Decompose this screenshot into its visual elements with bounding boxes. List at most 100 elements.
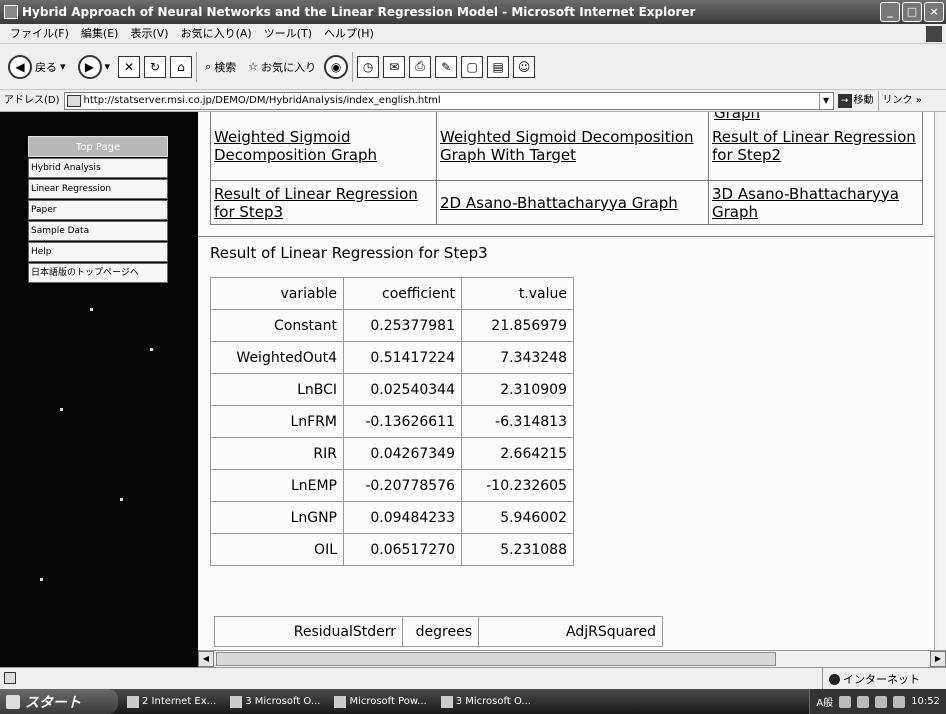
go-button[interactable]: → 移動 xyxy=(834,91,878,111)
sidebar-item-sample-data[interactable]: Sample Data xyxy=(28,221,168,241)
favorites-label: お気に入り xyxy=(261,60,317,74)
ime-indicator[interactable]: A般 xyxy=(816,694,833,709)
powerpoint-icon xyxy=(334,695,347,708)
nav-link[interactable]: Weighted Sigmoid Decomposition Graph xyxy=(214,128,377,164)
table-cell: LnGNP xyxy=(210,501,344,534)
taskbar-item-ie[interactable]: 2 Internet Ex... xyxy=(122,692,221,712)
sidebar-item-hybrid-analysis[interactable]: Hybrid Analysis xyxy=(28,158,168,178)
header-cell: AdjRSquared xyxy=(478,616,663,647)
table-cell: LnEMP xyxy=(210,469,344,502)
task-label: Microsoft Pow... xyxy=(349,696,427,707)
star-icon: ☆ xyxy=(248,60,259,73)
messenger-icon[interactable]: ☺ xyxy=(513,55,536,78)
window-controls: _ □ × xyxy=(880,2,944,22)
coefficient-table: variable coefficient t.value Constant 0.… xyxy=(210,277,574,566)
table-row: LnBCI 0.02540344 2.310909 xyxy=(210,373,574,406)
back-label: 戻る xyxy=(35,60,57,74)
table-cell: 0.51417224 xyxy=(343,341,462,374)
stop-icon[interactable]: ✕ xyxy=(118,55,141,78)
tray-icon[interactable] xyxy=(857,695,870,708)
refresh-icon[interactable]: ↻ xyxy=(144,55,167,78)
header-cell: coefficient xyxy=(343,277,462,310)
task-label: 3 Microsoft O... xyxy=(245,696,321,707)
nav-link[interactable]: 3D Asano-Bhattacharyya Graph xyxy=(712,185,899,221)
sidebar-item-linear-regression[interactable]: Linear Regression xyxy=(28,179,168,199)
edit-icon[interactable]: ✎ xyxy=(435,55,458,78)
excel-icon xyxy=(440,695,453,708)
research-icon[interactable]: ▤ xyxy=(487,55,510,78)
scroll-thumb[interactable] xyxy=(216,652,776,666)
taskbar-item-powerpoint[interactable]: Microsoft Pow... xyxy=(329,692,431,712)
header-cell: ResidualStderr xyxy=(214,616,403,647)
minimize-button[interactable]: _ xyxy=(880,2,900,22)
close-button[interactable]: × xyxy=(924,2,944,22)
links-button[interactable]: リンク » xyxy=(877,90,926,111)
section-title: Result of Linear Regression for Step3 xyxy=(210,244,488,262)
table-cell: 0.25377981 xyxy=(343,309,462,342)
nav-link[interactable]: Weighted Sigmoid Decomposition Graph Wit… xyxy=(440,128,693,164)
table-row: LnEMP -0.20778576 -10.232605 xyxy=(210,469,574,502)
header-cell: degrees xyxy=(402,616,479,647)
go-arrow-icon: → xyxy=(837,93,852,108)
media-icon[interactable]: ◉ xyxy=(324,54,349,79)
table-cell: 0.02540344 xyxy=(343,373,462,406)
tray-icon[interactable] xyxy=(839,695,852,708)
table-cell: Constant xyxy=(210,309,344,342)
menu-tools[interactable]: ツール(T) xyxy=(258,24,318,43)
vertical-scrollbar[interactable] xyxy=(934,112,938,650)
nav-link[interactable]: Result of Linear Regression for Step2 xyxy=(712,128,916,164)
clock: 10:52 xyxy=(911,696,940,707)
address-input[interactable]: http://statserver.msi.co.jp/DEMO/DM/Hybr… xyxy=(63,91,834,110)
title-bar[interactable]: Hybrid Approach of Neural Networks and t… xyxy=(0,0,946,24)
system-tray: A般 10:52 xyxy=(809,689,946,714)
go-label: 移動 xyxy=(853,94,874,106)
table-cell: 5.231088 xyxy=(461,533,574,566)
print-icon[interactable]: ⎙ xyxy=(409,55,432,78)
table-row: LnFRM -0.13626611 -6.314813 xyxy=(210,405,574,438)
taskbar-item-excel[interactable]: 3 Microsoft O... xyxy=(436,692,536,712)
nav-link[interactable]: Result of Linear Regression for Step3 xyxy=(214,185,418,221)
side-menu: Top Page Hybrid Analysis Linear Regressi… xyxy=(28,136,168,283)
forward-button[interactable]: ▶ ▾ xyxy=(74,50,115,84)
scroll-left-icon[interactable]: ◀ xyxy=(198,651,214,667)
search-button[interactable]: ⌕ 検索 xyxy=(201,50,240,84)
table-cell: -10.232605 xyxy=(461,469,574,502)
start-button[interactable]: スタート xyxy=(0,689,118,714)
chevron-down-icon[interactable]: ▾ xyxy=(60,60,66,73)
nav-link[interactable]: 2D Asano-Bhattacharyya Graph xyxy=(440,194,678,212)
horizontal-scrollbar[interactable]: ◀ ▶ xyxy=(198,650,946,667)
sidebar-item-japanese-top[interactable]: 日本語版のトップページへ xyxy=(28,263,168,283)
menu-view[interactable]: 表示(V) xyxy=(124,24,174,43)
sidebar-item-help[interactable]: Help xyxy=(28,242,168,262)
zone-label: インターネット xyxy=(843,672,920,686)
back-button[interactable]: ◀ 戻る ▾ xyxy=(4,50,70,84)
tray-icon[interactable] xyxy=(875,695,888,708)
chevron-down-icon[interactable]: ▼ xyxy=(818,92,833,109)
speaker-icon[interactable] xyxy=(893,695,906,708)
history-icon[interactable]: ◷ xyxy=(357,55,380,78)
maximize-button[interactable]: □ xyxy=(902,2,922,22)
discuss-icon[interactable]: ▢ xyxy=(461,55,484,78)
windows-flag-icon xyxy=(926,26,942,42)
menu-edit[interactable]: 編集(E) xyxy=(75,24,125,43)
word-icon xyxy=(230,695,243,708)
chevron-down-icon[interactable]: ▾ xyxy=(105,60,111,73)
scroll-right-icon[interactable]: ▶ xyxy=(930,651,946,667)
address-label: アドレス(D) xyxy=(4,94,60,106)
page-status-icon xyxy=(4,672,16,684)
home-icon[interactable]: ⌂ xyxy=(170,55,193,78)
taskbar: スタート 2 Internet Ex... 3 Microsoft O... M… xyxy=(0,689,946,714)
sidebar-item-paper[interactable]: Paper xyxy=(28,200,168,220)
favorites-button[interactable]: ☆ お気に入り xyxy=(244,50,320,84)
table-cell: -0.20778576 xyxy=(343,469,462,502)
menu-help[interactable]: ヘルプ(H) xyxy=(318,24,380,43)
toolbar: ◀ 戻る ▾ ▶ ▾ ✕ ↻ ⌂ ⌕ 検索 ☆ お気に入り ◉ ◷ ✉ ⎙ ✎ … xyxy=(0,44,946,90)
sidebar-star xyxy=(90,308,93,311)
taskbar-item-office[interactable]: 3 Microsoft O... xyxy=(225,692,325,712)
table-row: OIL 0.06517270 5.231088 xyxy=(210,533,574,566)
menu-file[interactable]: ファイル(F) xyxy=(4,24,75,43)
menu-favorites[interactable]: お気に入り(A) xyxy=(175,24,258,43)
address-bar: アドレス(D) http://statserver.msi.co.jp/DEMO… xyxy=(0,90,946,112)
sidebar-item-top-page[interactable]: Top Page xyxy=(28,136,168,157)
mail-icon[interactable]: ✉ xyxy=(383,55,406,78)
